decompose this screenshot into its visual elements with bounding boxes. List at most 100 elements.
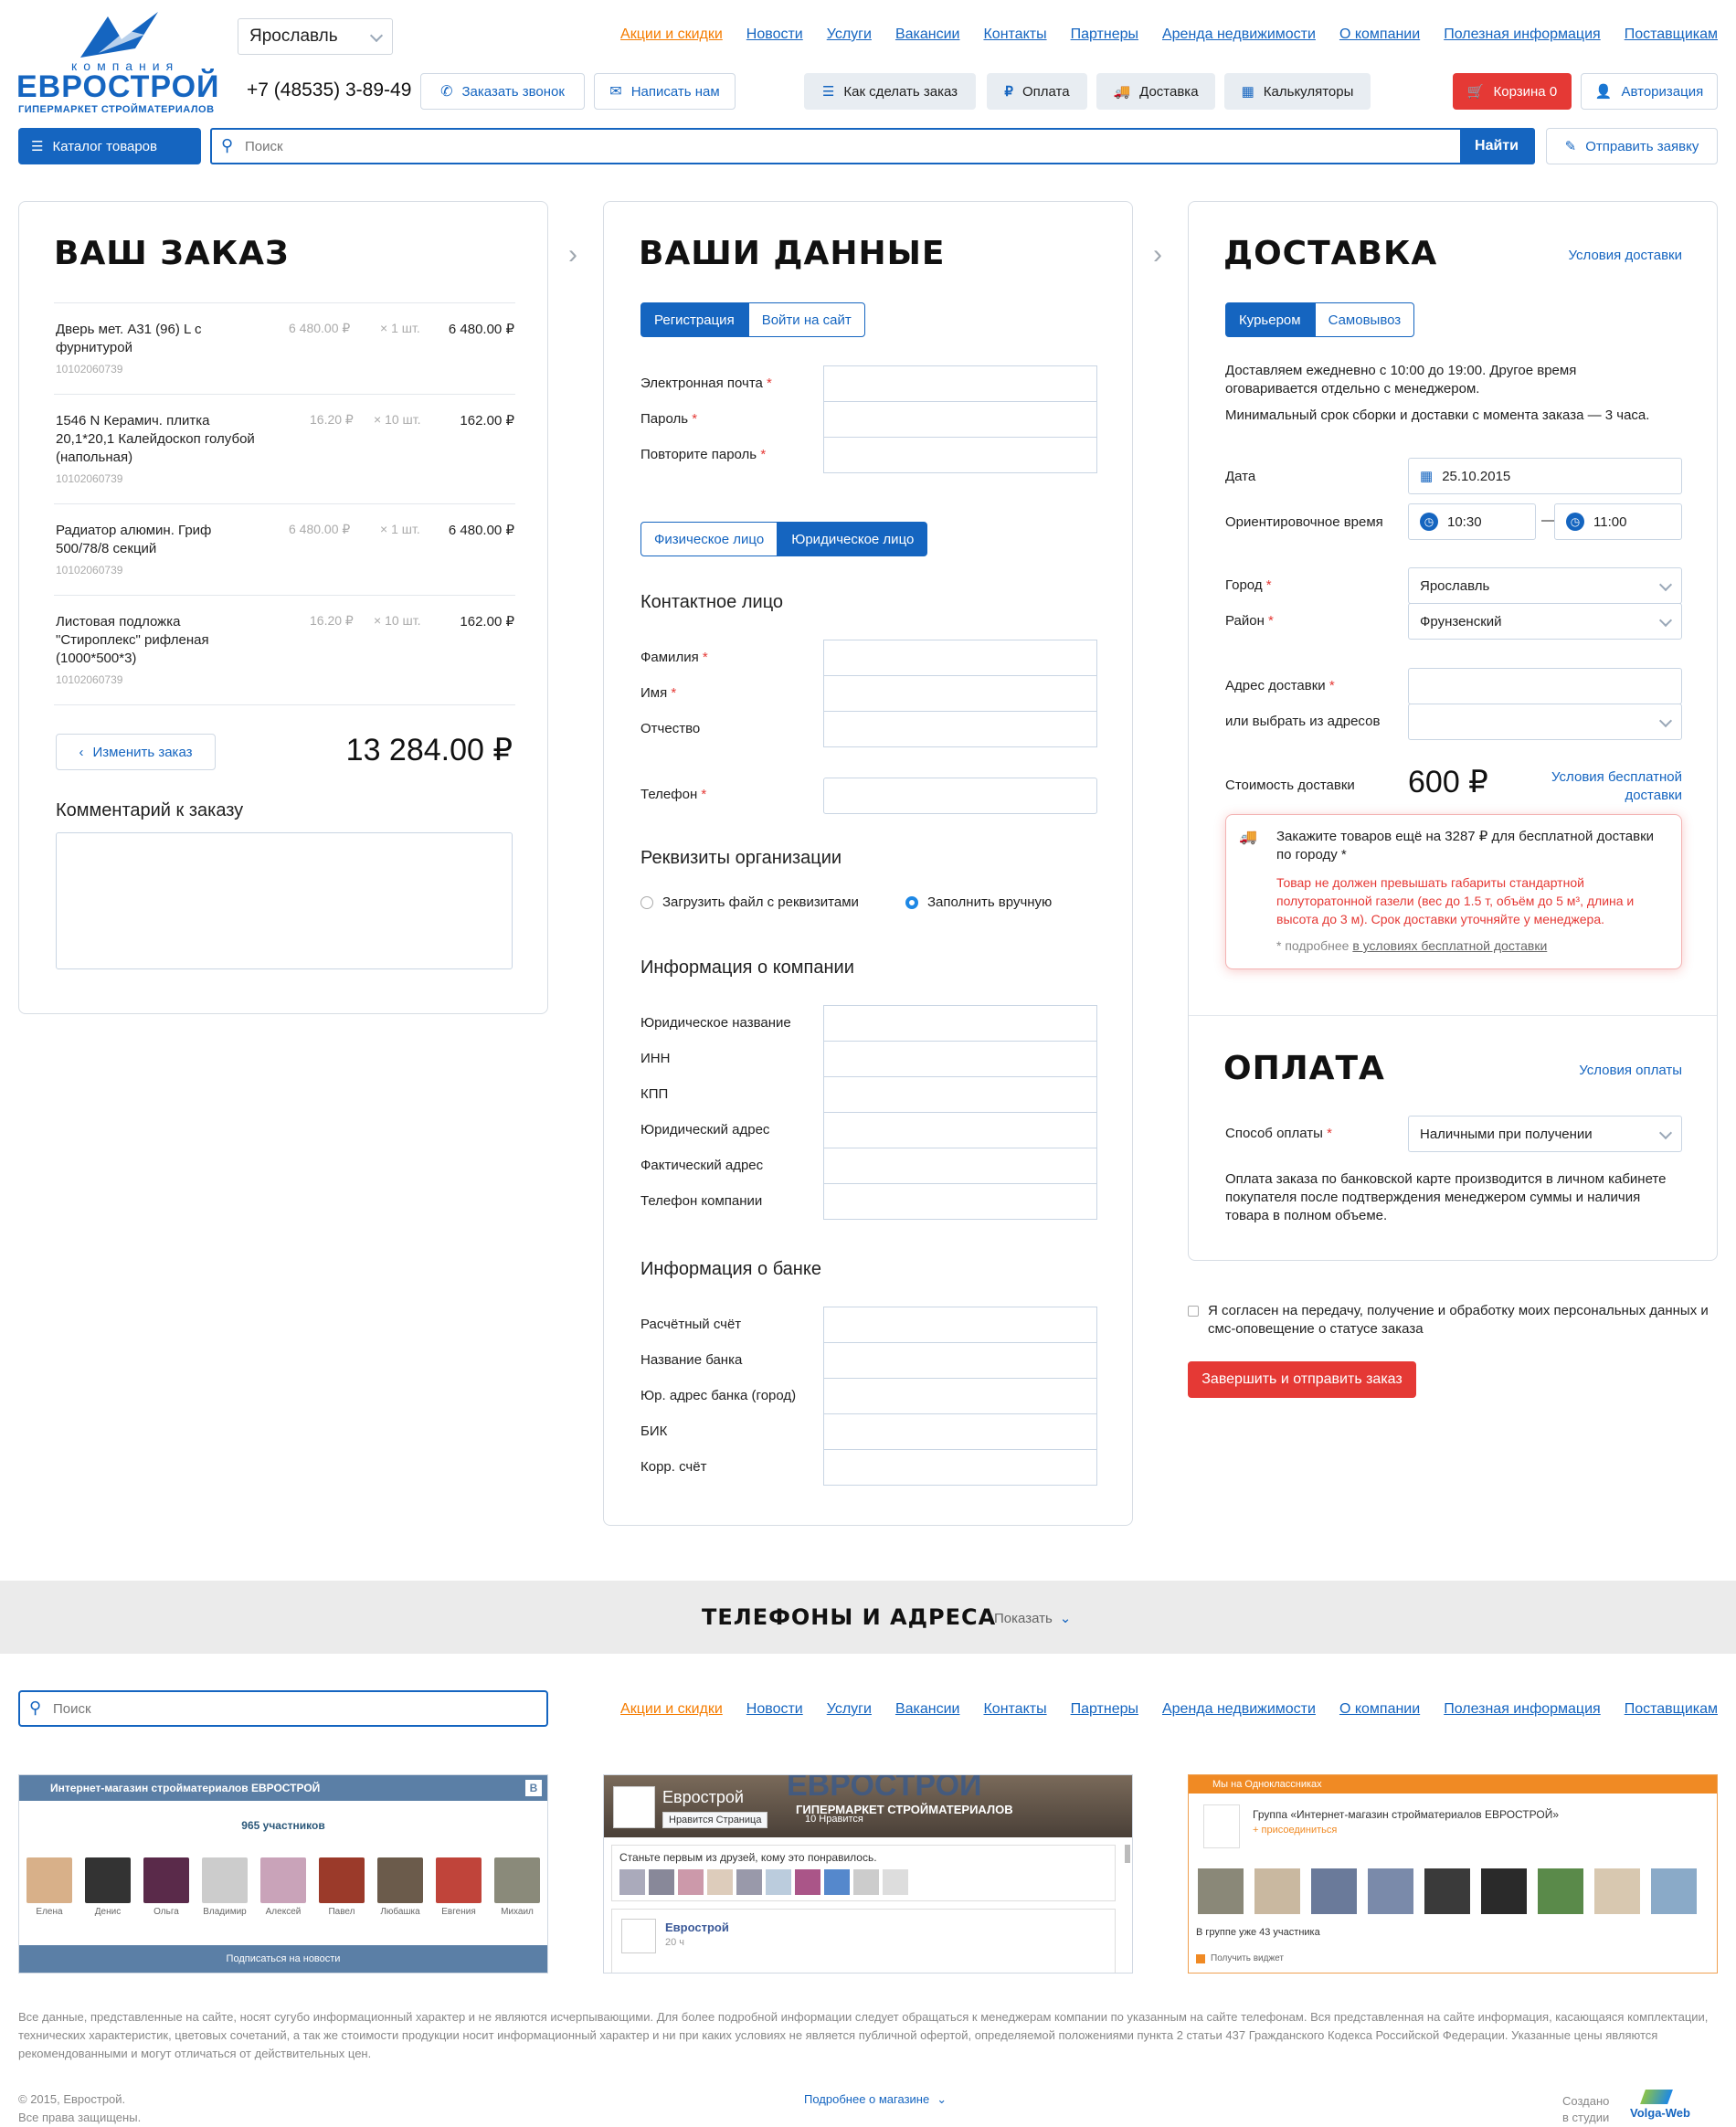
how-to-order-button[interactable]: ☰ Как сделать заказ [804, 73, 976, 110]
surname-field[interactable] [823, 640, 1097, 676]
footer-link-about[interactable]: О компании [1339, 1701, 1420, 1718]
submit-order-button[interactable]: Завершить и отправить заказ [1188, 1361, 1416, 1398]
agree-checkbox-row[interactable]: Я согласен на передачу, получение и обра… [1188, 1302, 1718, 1339]
ok-group-name[interactable]: Группа «Интернет-магазин стройматериалов… [1253, 1808, 1559, 1821]
city-select[interactable]: Ярославль [238, 18, 393, 55]
search-input[interactable] [245, 134, 1341, 158]
bank-field[interactable] [823, 1413, 1097, 1450]
fb-like-button[interactable]: Нравится Страница [662, 1812, 768, 1828]
radio-manual[interactable]: Заполнить вручную [905, 894, 1052, 910]
payment-conditions-link[interactable]: Условия оплаты [1579, 1063, 1682, 1078]
phones-show-toggle[interactable]: Показать ⌄ [994, 1610, 1071, 1627]
tab-pickup[interactable]: Самовывоз [1314, 302, 1415, 337]
volga-web-logo[interactable]: Volga-Web [1626, 2088, 1718, 2120]
footer-link-partners[interactable]: Партнеры [1071, 1701, 1138, 1718]
calculators-button[interactable]: ▦ Калькуляторы [1224, 73, 1371, 110]
delivery-button[interactable]: 🚚 Доставка [1096, 73, 1215, 110]
avatar[interactable] [202, 1857, 248, 1903]
company-field[interactable] [823, 1005, 1097, 1042]
nav-link-news[interactable]: Новости [746, 26, 803, 43]
vk-subscribe-button[interactable]: Подписаться на новости [19, 1945, 547, 1973]
password-field[interactable] [823, 401, 1097, 438]
payment-button[interactable]: ₽ Оплата [987, 73, 1087, 110]
write-us-button[interactable]: ✉ Написать нам [594, 73, 736, 110]
delivery-conditions-link[interactable]: Условия доставки [1569, 248, 1682, 263]
footer-link-useful[interactable]: Полезная информация [1444, 1701, 1601, 1718]
time-to-field[interactable]: ◷ 11:00 [1554, 503, 1682, 540]
avatar[interactable] [260, 1857, 306, 1903]
phone-label-text: Телефон [640, 787, 698, 802]
footer-link-contacts[interactable]: Контакты [983, 1701, 1046, 1718]
calculator-icon: ▦ [1241, 84, 1254, 100]
nav-link-contacts[interactable]: Контакты [983, 26, 1046, 43]
company-field[interactable] [823, 1112, 1097, 1148]
vk-logo-icon: В [525, 1780, 542, 1796]
date-field[interactable]: ▦ 25.10.2015 [1408, 458, 1682, 494]
avatar[interactable] [26, 1857, 72, 1903]
cart-button[interactable]: 🛒 Корзина 0 [1453, 73, 1572, 110]
avatar[interactable] [319, 1857, 365, 1903]
radio-upload[interactable]: Загрузить файл с реквизитами [640, 894, 859, 910]
company-field[interactable] [823, 1041, 1097, 1077]
nav-link-about[interactable]: О компании [1339, 26, 1420, 43]
time-from-field[interactable]: ◷ 10:30 [1408, 503, 1536, 540]
footer-link-jobs[interactable]: Вакансии [895, 1701, 960, 1718]
avatar[interactable] [85, 1857, 131, 1903]
avatar[interactable] [377, 1857, 423, 1903]
nav-link-sales[interactable]: Акции и скидки [620, 26, 723, 43]
footer-link-sales[interactable]: Акции и скидки [620, 1701, 723, 1718]
about-shop-link[interactable]: Подробнее о магазине ⌄ [804, 2092, 947, 2107]
email-field[interactable] [823, 365, 1097, 402]
nav-link-jobs[interactable]: Вакансии [895, 26, 960, 43]
payment-method-select[interactable]: Наличными при получении [1408, 1116, 1682, 1152]
footer-link-news[interactable]: Новости [746, 1701, 803, 1718]
city-field[interactable]: Ярославль [1408, 567, 1682, 604]
district-field[interactable]: Фрунзенский [1408, 603, 1682, 640]
nav-link-partners[interactable]: Партнеры [1071, 26, 1138, 43]
bank-field[interactable] [823, 1378, 1097, 1414]
avatar[interactable] [436, 1857, 482, 1903]
tab-physical-person[interactable]: Физическое лицо [640, 522, 778, 556]
phone-field[interactable] [823, 778, 1097, 814]
fb-page-name[interactable]: Еврострой [662, 1788, 744, 1807]
order-call-button[interactable]: ✆ Заказать звонок [420, 73, 585, 110]
ok-join-link[interactable]: + присоединиться [1253, 1825, 1337, 1836]
free-delivery-link[interactable]: Условия бесплатной доставки [1536, 768, 1682, 805]
change-order-button[interactable]: ‹ Изменить заказ [56, 734, 216, 770]
catalog-button[interactable]: ☰ Каталог товаров [18, 128, 201, 164]
bank-field[interactable] [823, 1449, 1097, 1486]
footer-link-rent[interactable]: Аренда недвижимости [1162, 1701, 1316, 1718]
avatar[interactable] [143, 1857, 189, 1903]
name-field[interactable] [823, 675, 1097, 712]
address-field[interactable] [1408, 668, 1682, 704]
footer-link-services[interactable]: Услуги [827, 1701, 872, 1718]
footer-link-suppliers[interactable]: Поставщикам [1625, 1701, 1718, 1718]
send-request-button[interactable]: ✎ Отправить заявку [1546, 128, 1718, 164]
avatar[interactable] [494, 1857, 540, 1903]
tooltip-more-link[interactable]: в условиях бесплатной доставки [1352, 938, 1547, 953]
nav-link-suppliers[interactable]: Поставщикам [1625, 26, 1718, 43]
nav-link-services[interactable]: Услуги [827, 26, 872, 43]
fb-post-name[interactable]: Еврострой [665, 1921, 729, 1934]
ok-get-widget[interactable]: Получить виджет [1196, 1953, 1284, 1963]
tab-registration[interactable]: Регистрация [640, 302, 748, 337]
comment-textarea[interactable] [56, 832, 513, 969]
tab-legal-person[interactable]: Юридическое лицо [778, 522, 928, 556]
footer-search-input[interactable] [53, 1697, 528, 1720]
company-field[interactable] [823, 1076, 1097, 1113]
tab-login[interactable]: Войти на сайт [747, 302, 865, 337]
fb-scrollbar[interactable] [1125, 1845, 1130, 1863]
auth-button[interactable]: 👤 Авторизация [1581, 73, 1718, 110]
nav-link-useful[interactable]: Полезная информация [1444, 26, 1601, 43]
address-choose-field[interactable] [1408, 704, 1682, 740]
bank-field[interactable] [823, 1307, 1097, 1343]
logo[interactable]: компания ЕВРОСТРОЙ ГИПЕРМАРКЕТ СТРОЙМАТЕ… [16, 7, 219, 115]
bank-field[interactable] [823, 1342, 1097, 1379]
nav-link-rent[interactable]: Аренда недвижимости [1162, 26, 1316, 43]
tab-courier[interactable]: Курьером [1225, 302, 1315, 337]
company-field[interactable] [823, 1148, 1097, 1184]
company-field[interactable] [823, 1183, 1097, 1220]
password-repeat-field[interactable] [823, 437, 1097, 473]
patronymic-field[interactable] [823, 711, 1097, 747]
search-button[interactable]: Найти [1460, 130, 1533, 163]
